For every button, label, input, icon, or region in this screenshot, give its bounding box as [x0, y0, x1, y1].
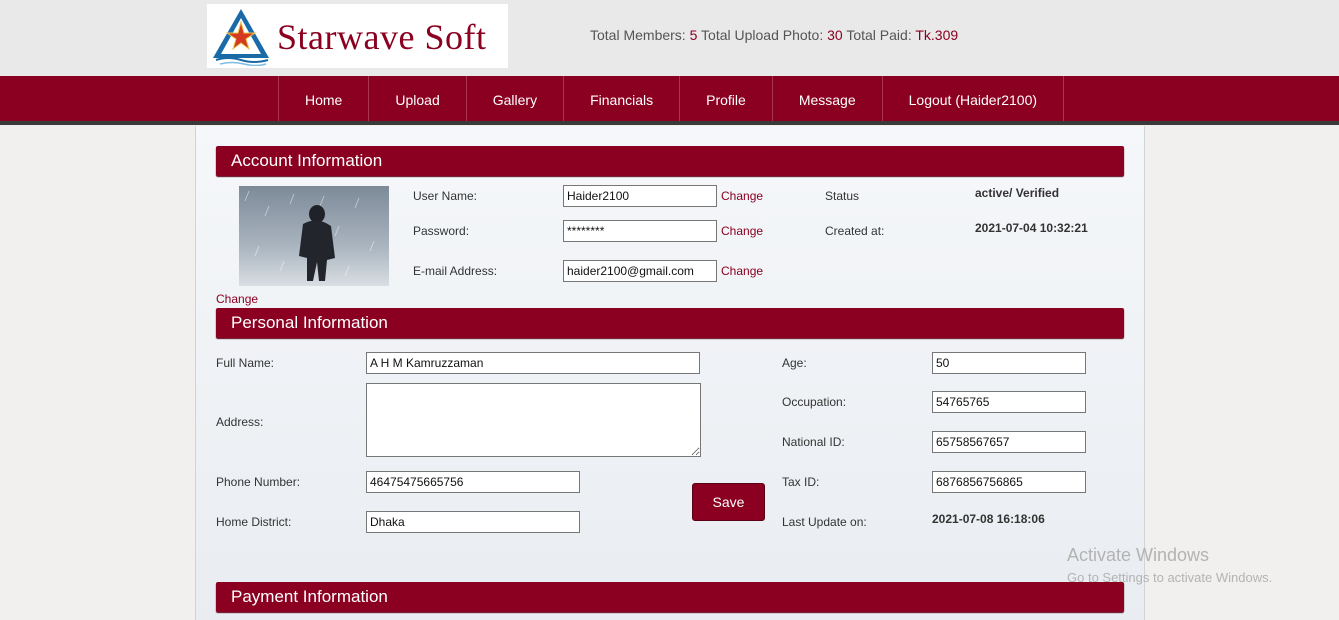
fullname-label: Full Name: [216, 356, 275, 370]
age-input[interactable] [932, 352, 1086, 374]
nav-home[interactable]: Home [278, 76, 370, 121]
paid-value: Tk.309 [915, 27, 959, 43]
fullname-input[interactable] [366, 352, 700, 374]
change-photo-link[interactable]: Change [216, 292, 258, 306]
nav-profile[interactable]: Profile [680, 76, 773, 121]
payment-section-header: Payment Information [216, 582, 1124, 612]
main-nav: Home Upload Gallery Financials Profile M… [0, 76, 1339, 125]
occupation-label: Occupation: [782, 395, 847, 409]
status-label: Status [825, 189, 860, 203]
site-stats: Total Members: 5 Total Upload Photo: 30 … [590, 27, 958, 43]
national-id-label: National ID: [782, 435, 845, 449]
personal-section-header: Personal Information [216, 308, 1124, 338]
payment-section-title: Payment Information [231, 587, 388, 606]
created-label: Created at: [825, 224, 885, 238]
tax-id-label: Tax ID: [782, 475, 820, 489]
address-textarea[interactable] [366, 383, 701, 457]
phone-input[interactable] [366, 471, 580, 493]
last-update-label: Last Update on: [782, 515, 867, 529]
phone-label: Phone Number: [216, 475, 301, 489]
username-label: User Name: [413, 189, 478, 203]
save-button[interactable]: Save [692, 483, 765, 521]
logo-text: Starwave Soft [277, 17, 487, 57]
account-section-title: Account Information [231, 151, 383, 170]
email-input[interactable] [563, 260, 717, 282]
members-value: 5 [689, 27, 698, 43]
paid-label: Total Paid: [846, 27, 912, 43]
status-value: active/ Verified [975, 186, 1060, 200]
age-label: Age: [782, 356, 807, 370]
personal-section-title: Personal Information [231, 313, 388, 332]
logo[interactable]: Starwave Soft [207, 4, 508, 68]
change-email-link[interactable]: Change [721, 264, 763, 278]
profile-photo [239, 186, 389, 286]
email-label: E-mail Address: [413, 264, 498, 278]
address-label: Address: [216, 415, 264, 429]
activate-windows-title: Activate Windows [1067, 545, 1210, 565]
nav-logout[interactable]: Logout (Haider2100) [883, 76, 1065, 121]
password-input[interactable] [563, 220, 717, 242]
nav-gallery[interactable]: Gallery [467, 76, 565, 121]
header-bar: Starwave Soft Total Members: 5 Total Upl… [0, 0, 1339, 76]
occupation-input[interactable] [932, 391, 1086, 413]
members-label: Total Members: [590, 27, 686, 43]
nav-upload[interactable]: Upload [369, 76, 467, 121]
national-id-input[interactable] [932, 431, 1086, 453]
password-label: Password: [413, 224, 470, 238]
logo-star-icon [213, 9, 269, 66]
profile-panel: Account Information Change User Name: Ha… [195, 126, 1145, 620]
uploads-label: Total Upload Photo: [701, 27, 824, 43]
username-input[interactable] [563, 185, 717, 207]
district-label: Home District: [216, 515, 292, 529]
last-update-value: 2021-07-08 16:18:06 [932, 512, 1045, 526]
account-section-header: Account Information [216, 146, 1124, 176]
nav-financials[interactable]: Financials [564, 76, 681, 121]
tax-id-input[interactable] [932, 471, 1086, 493]
change-username-link[interactable]: Change [721, 189, 763, 203]
uploads-value: 30 [827, 27, 843, 43]
activate-windows-subtitle: Go to Settings to activate Windows. [1067, 570, 1273, 585]
change-password-link[interactable]: Change [721, 224, 763, 238]
created-value: 2021-07-04 10:32:21 [975, 221, 1088, 235]
nav-message[interactable]: Message [773, 76, 883, 121]
district-input[interactable] [366, 511, 580, 533]
